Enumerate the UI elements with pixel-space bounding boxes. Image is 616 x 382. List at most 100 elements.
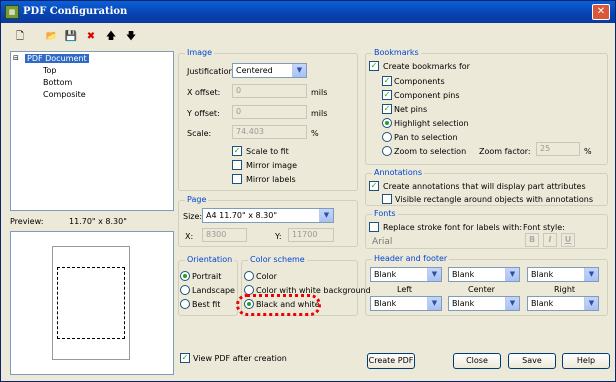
footer-center-dropdown[interactable]: Blank ▼ [448, 296, 520, 311]
xoffset-label: X offset: [187, 88, 221, 97]
best-fit-radio[interactable] [180, 299, 190, 309]
zoom-factor-input[interactable]: 25 [536, 142, 580, 156]
fonts-group-title: Fonts [372, 209, 398, 218]
yoffset-unit: mils [311, 109, 328, 118]
footer-right-dropdown[interactable]: Blank ▼ [527, 296, 599, 311]
chevron-down-icon: ▼ [427, 297, 441, 310]
move-up-icon[interactable]: 🡅 [103, 29, 119, 45]
zoom-factor-unit: % [584, 147, 592, 156]
save-button[interactable]: Save [508, 353, 556, 369]
preview-label: Preview: [10, 217, 44, 226]
footer-right-value: Blank [531, 299, 554, 308]
color-scheme-group-title: Color scheme [248, 255, 307, 264]
footer-left-dropdown[interactable]: Blank ▼ [370, 296, 442, 311]
component-pins-checkbox[interactable]: ✓ [382, 90, 392, 100]
page-group-title: Page [185, 195, 209, 204]
font-style-label: Font style: [523, 223, 565, 232]
color-radio[interactable] [244, 271, 254, 281]
save-icon[interactable]: 💾 [63, 29, 79, 45]
justification-dropdown[interactable]: Centered ▼ [232, 63, 307, 78]
chevron-down-icon: ▼ [319, 209, 333, 222]
highlight-selection-radio[interactable] [382, 118, 392, 128]
page-size-dropdown[interactable]: A4 11.70" x 8.30" ▼ [202, 208, 334, 223]
net-pins-label: Net pins [394, 105, 428, 114]
yoffset-input[interactable]: 0 [232, 105, 307, 119]
collapse-icon[interactable]: ⊟ [13, 54, 19, 62]
mirror-image-checkbox[interactable] [232, 160, 242, 170]
new-icon[interactable]: 🗋 [12, 29, 28, 45]
chevron-down-icon: ▼ [505, 297, 519, 310]
close-button[interactable]: Close [453, 353, 501, 369]
mirror-labels-label: Mirror labels [246, 175, 296, 184]
header-right-value: Blank [531, 270, 554, 279]
visible-rectangle-label: Visible rectangle around objects with an… [395, 195, 594, 204]
font-name-dropdown[interactable]: Arial [372, 237, 392, 247]
scale-to-fit-checkbox[interactable]: ✓ [232, 146, 242, 156]
header-footer-group-title: Header and footer [372, 254, 450, 263]
components-checkbox[interactable]: ✓ [382, 76, 392, 86]
header-center-dropdown[interactable]: Blank ▼ [448, 267, 520, 282]
move-down-icon[interactable]: 🡇 [123, 29, 139, 45]
help-button[interactable]: Help [562, 353, 610, 369]
page-x-label: X: [185, 232, 194, 241]
chevron-down-icon: ▼ [427, 268, 441, 281]
xoffset-unit: mils [311, 88, 328, 97]
italic-button[interactable]: I [543, 233, 557, 247]
header-left-dropdown[interactable]: Blank ▼ [370, 267, 442, 282]
page-y-label: Y: [275, 232, 282, 241]
landscape-radio[interactable] [180, 285, 190, 295]
delete-icon[interactable]: ✖ [83, 29, 99, 45]
underline-button[interactable]: U [561, 233, 575, 247]
portrait-radio[interactable] [180, 271, 190, 281]
create-annotations-checkbox[interactable]: ✓ [369, 181, 379, 191]
view-pdf-label: View PDF after creation [193, 354, 287, 363]
title-bar[interactable]: ▦ PDF Configuration ✕ [1, 1, 615, 23]
mirror-labels-checkbox[interactable] [232, 174, 242, 184]
pan-to-selection-radio[interactable] [382, 132, 392, 142]
best-fit-label: Best fit [192, 300, 221, 309]
open-folder-icon[interactable]: 📂 [44, 29, 60, 45]
pan-to-selection-label: Pan to selection [394, 133, 458, 142]
red-dotted-highlight [236, 294, 321, 316]
chevron-down-icon: ▼ [292, 64, 306, 77]
net-pins-checkbox[interactable]: ✓ [382, 104, 392, 114]
tree-item-bottom[interactable]: Bottom [43, 78, 72, 87]
zoom-to-selection-label: Zoom to selection [394, 147, 467, 156]
zoom-to-selection-radio[interactable] [382, 146, 392, 156]
preview-image-area [57, 267, 125, 339]
visible-rectangle-checkbox[interactable] [382, 194, 392, 204]
document-tree[interactable]: ⊟ PDF Document Top Bottom Composite [10, 51, 174, 211]
pdf-app-icon: ▦ [5, 5, 19, 19]
preview-pane [10, 231, 174, 375]
page-x-input[interactable]: 8300 [202, 228, 247, 242]
header-center-value: Blank [452, 270, 475, 279]
image-group-title: Image [185, 48, 215, 57]
mirror-image-label: Mirror image [246, 161, 298, 170]
preview-size: 11.70" x 8.30" [69, 217, 127, 226]
portrait-label: Portrait [192, 272, 222, 281]
header-left-value: Blank [374, 270, 397, 279]
page-y-input[interactable]: 11700 [288, 228, 334, 242]
left-column-label: Left [397, 285, 413, 294]
justification-value: Centered [236, 66, 273, 75]
components-label: Components [394, 77, 445, 86]
bookmarks-group-title: Bookmarks [372, 48, 421, 57]
tree-item-pdf-document[interactable]: PDF Document [25, 54, 89, 63]
replace-stroke-font-checkbox[interactable] [369, 222, 379, 232]
chevron-down-icon: ▼ [584, 297, 598, 310]
tree-item-top[interactable]: Top [43, 66, 57, 75]
close-window-button[interactable]: ✕ [592, 4, 610, 20]
create-bookmarks-checkbox[interactable]: ✓ [369, 61, 379, 71]
scale-to-fit-label: Scale to fit [246, 147, 289, 156]
create-pdf-button[interactable]: Create PDF [367, 353, 415, 369]
landscape-label: Landscape [192, 286, 235, 295]
view-pdf-checkbox[interactable]: ✓ [180, 353, 190, 363]
tree-item-composite[interactable]: Composite [43, 90, 86, 99]
yoffset-label: Y offset: [187, 109, 220, 118]
scale-input[interactable]: 74.403 [232, 125, 307, 139]
xoffset-input[interactable]: 0 [232, 84, 307, 98]
annotations-group-title: Annotations [372, 168, 425, 177]
header-right-dropdown[interactable]: Blank ▼ [527, 267, 599, 282]
window-title: PDF Configuration [23, 6, 128, 17]
bold-button[interactable]: B [525, 233, 539, 247]
